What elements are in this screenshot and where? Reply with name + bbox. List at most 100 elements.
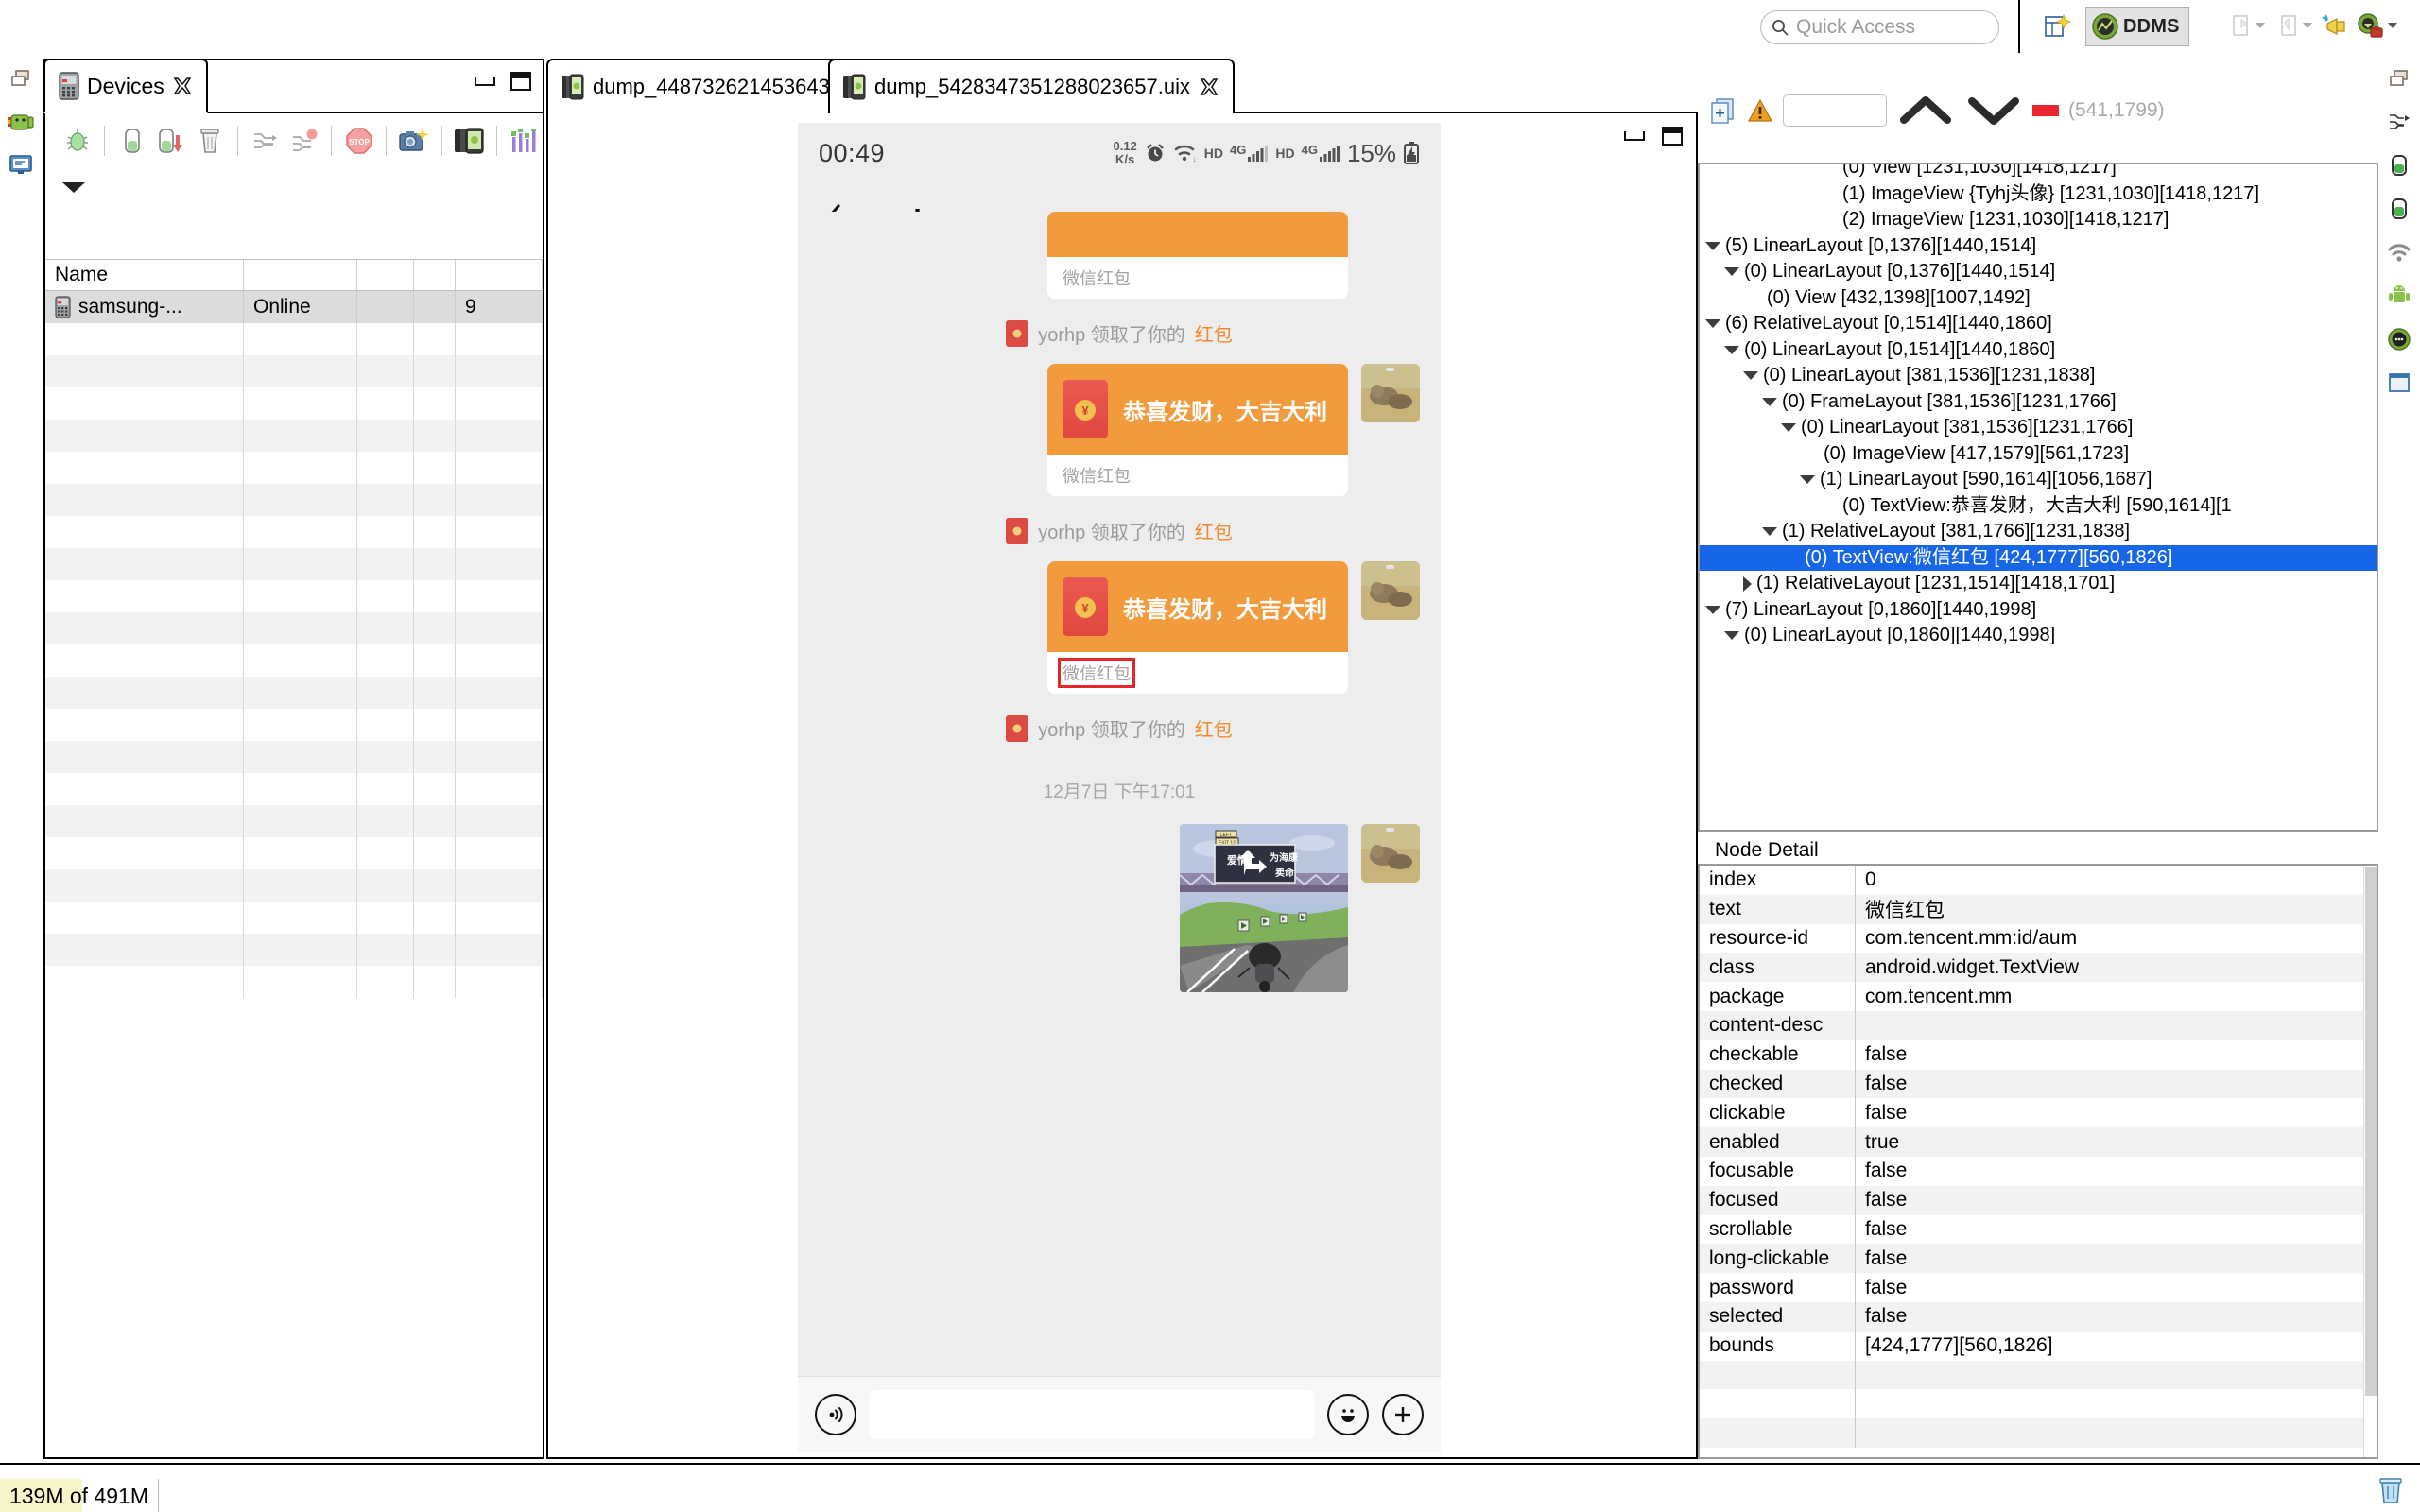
- system-message-link[interactable]: 红包: [1195, 714, 1233, 742]
- column-header-4[interactable]: [414, 260, 456, 290]
- node-detail-row[interactable]: [1700, 1418, 2377, 1448]
- tree-node[interactable]: (0) TextView:恭喜发财，大吉大利 [590,1614][1: [1700, 493, 2377, 520]
- tree-node[interactable]: (1) LinearLayout [590,1614][1056,1687]: [1700, 467, 2377, 493]
- network-icon[interactable]: [2378, 231, 2420, 274]
- close-icon[interactable]: [172, 76, 193, 96]
- chevron-down-icon[interactable]: [1705, 319, 1720, 329]
- tree-node[interactable]: (6) RelativeLayout [0,1514][1440,1860]: [1700, 311, 2377, 337]
- view-menu-icon[interactable]: [62, 181, 85, 193]
- tree-node[interactable]: (5) LinearLayout [0,1376][1440,1514]: [1700, 233, 2377, 260]
- method-profiling-icon[interactable]: [285, 121, 322, 161]
- node-detail-row[interactable]: checkable false: [1700, 1040, 2377, 1070]
- redpacket-card[interactable]: 恭喜发财，大吉大利 微信红包: [1047, 364, 1348, 496]
- column-header-name[interactable]: Name: [45, 260, 244, 290]
- minimize-icon[interactable]: [1624, 131, 1645, 141]
- system-message-link[interactable]: 红包: [1195, 319, 1233, 347]
- chevron-down-icon[interactable]: [1724, 631, 1739, 641]
- avatar[interactable]: [1361, 824, 1420, 883]
- android-icon[interactable]: [2378, 274, 2420, 318]
- quick-access-input[interactable]: Quick Access: [1760, 10, 1999, 44]
- open-file-icon[interactable]: [1709, 96, 1737, 125]
- dump-view-hierarchy-icon[interactable]: [451, 121, 488, 161]
- android-sdk-manager-icon[interactable]: [2350, 7, 2390, 46]
- tree-node[interactable]: (0) View [1231,1030][1418,1217]: [1700, 164, 2377, 181]
- dump-hprof-icon[interactable]: [152, 121, 189, 161]
- column-header-3[interactable]: [357, 260, 414, 290]
- tree-node[interactable]: (0) LinearLayout [0,1376][1440,1514]: [1700, 259, 2377, 285]
- node-detail-row[interactable]: scrollable false: [1700, 1214, 2377, 1245]
- android-icon[interactable]: [0, 100, 42, 144]
- node-detail-row[interactable]: password false: [1700, 1273, 2377, 1302]
- close-icon[interactable]: [1199, 77, 1219, 97]
- node-detail-row[interactable]: index 0: [1700, 866, 2377, 895]
- chevron-down-icon[interactable]: [1705, 605, 1720, 614]
- node-detail-row[interactable]: selected false: [1700, 1301, 2377, 1332]
- node-detail-row[interactable]: class android.widget.TextView: [1700, 953, 2377, 983]
- redpacket-card[interactable]: 恭喜发财，大吉大利 微信红包: [1047, 561, 1348, 694]
- minimize-icon[interactable]: [475, 77, 495, 86]
- plus-icon[interactable]: [1382, 1393, 1424, 1435]
- node-detail-row[interactable]: package com.tencent.mm: [1700, 982, 2377, 1011]
- file-explorer-icon[interactable]: [2378, 361, 2420, 404]
- list-item[interactable]: LEFT EXIT 12 爱情 为海康 卖命: [798, 824, 1441, 992]
- tab-devices[interactable]: Devices: [43, 59, 208, 113]
- tree-node[interactable]: (0) ImageView [417,1579][561,1723]: [1700, 441, 2377, 468]
- emoji-icon[interactable]: [1327, 1393, 1369, 1435]
- node-detail-row[interactable]: checked false: [1700, 1069, 2377, 1099]
- restore-icon[interactable]: [0, 57, 42, 100]
- node-detail-row[interactable]: long-clickable false: [1700, 1244, 2377, 1274]
- node-detail-row[interactable]: focusable false: [1700, 1156, 2377, 1186]
- node-tree[interactable]: (0) View [1231,1030][1418,1217] (1) Image…: [1700, 164, 2377, 649]
- table-row[interactable]: samsung-... Online 9: [45, 291, 543, 323]
- image-message[interactable]: LEFT EXIT 12 爱情 为海康 卖命: [1180, 824, 1348, 992]
- maximize-icon[interactable]: [510, 72, 531, 91]
- selected-node-highlight[interactable]: 微信红包: [1058, 658, 1135, 688]
- redpacket-card[interactable]: 微信红包: [1047, 212, 1348, 299]
- chevron-down-icon[interactable]: [1964, 90, 2023, 131]
- editor-tab-1[interactable]: dump_5428347351288023657.uix: [828, 59, 1235, 113]
- tree-node[interactable]: (0) LinearLayout [0,1514][1440,1860]: [1700, 337, 2377, 364]
- column-header-5[interactable]: [456, 260, 543, 290]
- message-input[interactable]: [870, 1389, 1314, 1439]
- heap-icon[interactable]: [2378, 144, 2420, 187]
- list-item[interactable]: 微信红包: [798, 212, 1441, 299]
- sdk-dropdown-caret[interactable]: [2388, 23, 2397, 28]
- tree-node[interactable]: (0) FrameLayout [381,1536][1231,1766]: [1700, 389, 2377, 416]
- memory-indicator[interactable]: 139M of 491M: [0, 1479, 159, 1512]
- tree-node[interactable]: (0) View [432,1398][1007,1492]: [1700, 285, 2377, 312]
- voice-input-icon[interactable]: [815, 1393, 856, 1435]
- tree-node[interactable]: (2) ImageView [1231,1030][1418,1217]: [1700, 207, 2377, 233]
- tree-node[interactable]: (0) LinearLayout [0,1860][1440,1998]: [1700, 623, 2377, 649]
- node-detail-row[interactable]: [1700, 1360, 2377, 1390]
- tree-node[interactable]: (1) ImageView {Tyhj头像} [1231,1030][1418,…: [1700, 181, 2377, 208]
- chevron-down-icon[interactable]: [1724, 345, 1739, 354]
- ddms-perspective-button[interactable]: DDMS: [2085, 7, 2189, 46]
- list-item[interactable]: 恭喜发财，大吉大利 微信红包: [798, 561, 1441, 694]
- thread-updates-icon[interactable]: [247, 121, 284, 161]
- heap-updates-icon[interactable]: [113, 121, 150, 161]
- chevron-right-icon[interactable]: [1743, 576, 1752, 592]
- cause-gc-icon[interactable]: [192, 121, 229, 161]
- maximize-icon[interactable]: [1662, 127, 1683, 146]
- node-detail-row[interactable]: clickable false: [1700, 1098, 2377, 1128]
- system-information-icon[interactable]: [506, 121, 543, 161]
- warning-icon[interactable]: [1747, 97, 1773, 124]
- node-detail-row[interactable]: bounds [424,1777][560,1826]: [1700, 1331, 2377, 1361]
- node-detail-row[interactable]: enabled true: [1700, 1127, 2377, 1157]
- trash-icon[interactable]: [2377, 1474, 2405, 1504]
- device-screenshot[interactable]: 00:49 0.12 K/s ↓↑: [556, 123, 1686, 1452]
- restore-icon[interactable]: [2378, 57, 2420, 100]
- node-detail-scrollbar[interactable]: [2363, 866, 2377, 1457]
- run-external-tools-icon[interactable]: [2314, 7, 2354, 46]
- chevron-down-icon[interactable]: [1781, 423, 1796, 433]
- tree-node[interactable]: (0) LinearLayout [381,1536][1231,1838]: [1700, 363, 2377, 389]
- logcat-icon[interactable]: [0, 144, 42, 187]
- list-item[interactable]: 恭喜发财，大吉大利 微信红包: [798, 364, 1441, 496]
- tree-search-input[interactable]: [1783, 94, 1887, 127]
- devices-view-menu[interactable]: [45, 168, 543, 206]
- chevron-up-icon[interactable]: [1896, 90, 1955, 131]
- node-detail-row[interactable]: text 微信红包: [1700, 894, 2377, 924]
- tree-node[interactable]: (0) LinearLayout [381,1536][1231,1766]: [1700, 415, 2377, 441]
- tree-node-selected[interactable]: (0) TextView:微信红包 [424,1777][560,1826]: [1700, 544, 2377, 571]
- chevron-down-icon[interactable]: [1724, 267, 1739, 277]
